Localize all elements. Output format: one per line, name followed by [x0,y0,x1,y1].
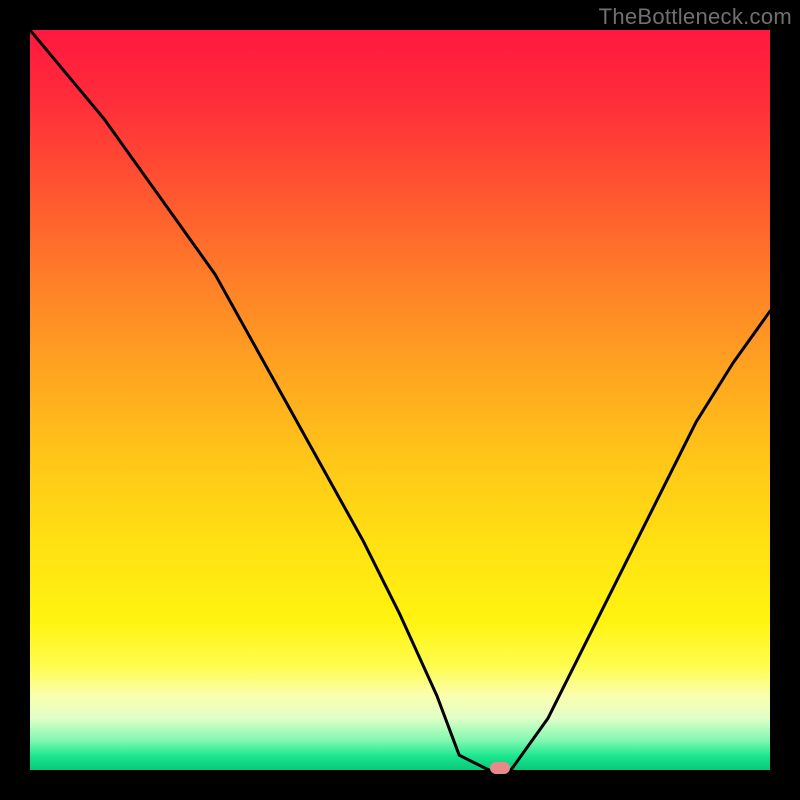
chart-frame: TheBottleneck.com [0,0,800,800]
optimal-marker [490,762,510,774]
curve-layer [30,30,770,770]
bottleneck-curve [30,30,770,770]
watermark-label: TheBottleneck.com [599,4,792,30]
plot-area [30,30,770,770]
